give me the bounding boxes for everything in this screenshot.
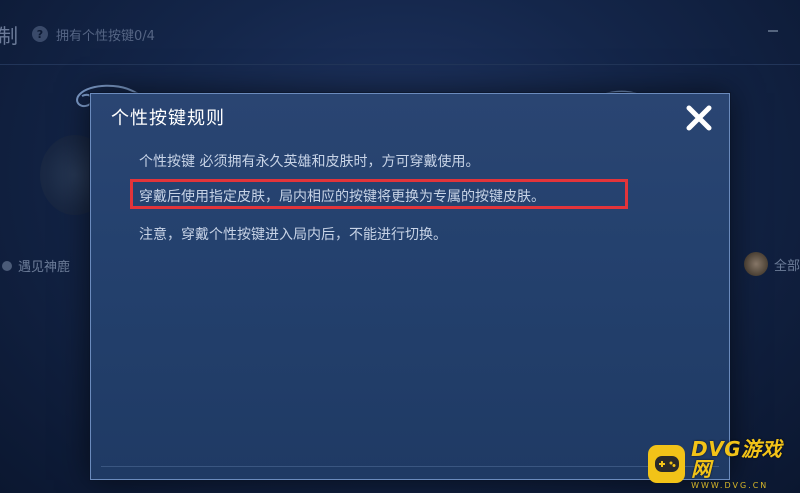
watermark-name: DVG游戏网 <box>691 436 783 481</box>
background-header: 制 ? 拥有个性按键0/4 <box>0 14 155 54</box>
rules-dialog: 个性按键规则 个性按键 必须拥有永久英雄和皮肤时，方可穿戴使用。 穿戴后使用指定… <box>90 93 730 480</box>
item-dot-icon <box>2 260 12 271</box>
background-right-item: 全部 <box>743 252 800 276</box>
watermark-domain: WWW.DVG.CN <box>691 480 769 490</box>
question-mark-icon[interactable]: ? <box>32 26 48 42</box>
minimize-icon <box>768 30 778 32</box>
site-watermark: DVG游戏网 WWW.DVG.CN <box>648 439 800 489</box>
background-left-label: 遇见神鹿 <box>18 260 71 275</box>
dialog-title: 个性按键规则 <box>111 108 225 129</box>
owned-count-label: 拥有个性按键0/4 <box>56 28 155 44</box>
gamepad-icon <box>648 445 686 483</box>
rule-text-highlighted: 穿戴后使用指定皮肤，局内相应的按键将更换为专属的按键皮肤。 <box>139 189 545 205</box>
avatar <box>743 252 768 276</box>
header-divider <box>0 64 800 65</box>
rule-text: 注意，穿戴个性按键进入局内后，不能进行切换。 <box>139 227 447 243</box>
background-title-fragment: 制 <box>0 23 18 48</box>
close-x-icon <box>686 105 712 131</box>
background-right-label: 全部 <box>773 258 800 274</box>
watermark-text: DVG游戏网 WWW.DVG.CN <box>691 439 800 490</box>
rule-text: 个性按键 必须拥有永久英雄和皮肤时，方可穿戴使用。 <box>139 154 480 170</box>
background-left-item: 遇见神鹿 <box>0 256 70 275</box>
close-button[interactable] <box>682 101 716 135</box>
